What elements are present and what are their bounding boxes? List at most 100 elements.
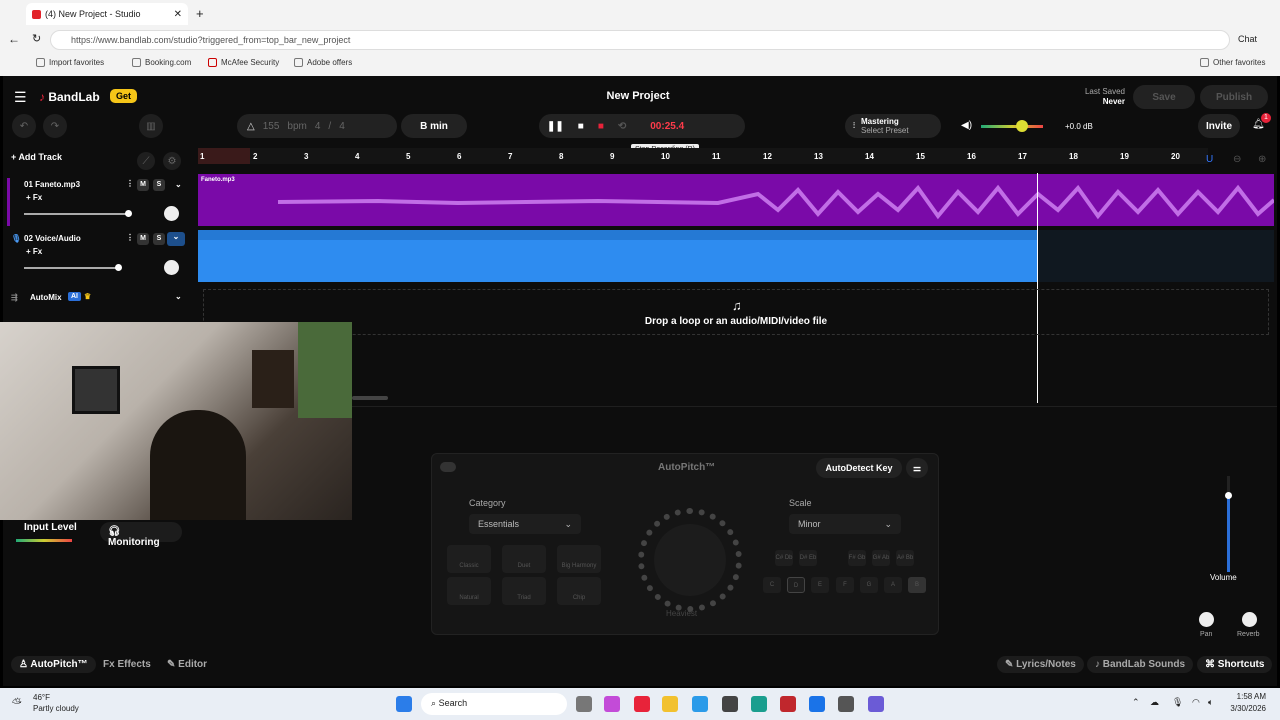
scale-select[interactable]: Minor ⌄ — [789, 514, 901, 534]
track-header-2[interactable]: 🎙︎ 02 Voice/Audio + Fx ⋮ M S ⌄ — [7, 232, 192, 284]
key-c[interactable]: C — [763, 577, 781, 593]
pause-icon[interactable]: ❚❚ — [547, 121, 564, 132]
store-icon[interactable] — [838, 696, 854, 712]
slider-thumb[interactable] — [115, 264, 122, 271]
autopitch-toggle[interactable] — [440, 462, 456, 472]
settings-app-icon[interactable] — [692, 696, 708, 712]
horizontal-scrollbar[interactable] — [352, 396, 388, 400]
chevron-down-icon[interactable]: ⌄ — [167, 232, 185, 246]
track-volume-slider[interactable] — [24, 213, 130, 215]
category-select[interactable]: Essentials ⌄ — [469, 514, 581, 534]
address-bar[interactable]: https://www.bandlab.com/studio?triggered… — [50, 30, 1230, 50]
track-name[interactable]: 01 Faneto.mp3 — [24, 180, 80, 189]
cloud-icon[interactable]: ☁︎ — [1150, 697, 1159, 708]
mic-icon[interactable]: 🎙︎ — [1172, 697, 1183, 708]
master-volume-slider[interactable] — [981, 125, 1043, 128]
key-e[interactable]: E — [811, 577, 829, 593]
intensity-dial[interactable] — [638, 508, 742, 612]
other-favorites[interactable]: Other favorites — [1200, 58, 1265, 67]
bandlab-sounds-button[interactable]: ♪ BandLab Sounds — [1087, 656, 1194, 673]
clock-date[interactable]: 3/30/2026 — [1226, 704, 1266, 713]
tool-icon[interactable]: ⟋ — [137, 152, 155, 170]
publish-button[interactable]: Publish — [1200, 85, 1268, 109]
clock-time[interactable]: 1:58 AM — [1226, 692, 1266, 701]
key-sharp[interactable]: A# Bb — [896, 550, 914, 566]
preset-natural[interactable]: Natural — [447, 577, 491, 605]
tab-autopitch[interactable]: ♙ AutoPitch™ — [11, 656, 96, 673]
edge-icon[interactable] — [751, 696, 767, 712]
pan-knob[interactable] — [1199, 612, 1214, 627]
zoom-out-icon[interactable]: ⊖ — [1233, 154, 1241, 165]
file-explorer-icon[interactable] — [662, 696, 678, 712]
preset-big-harmony[interactable]: Big Harmony — [557, 545, 601, 573]
loop-icon[interactable]: ⟲ — [618, 121, 626, 132]
automix-row[interactable]: ⇶ AutoMix AI ♛ ⌄ — [7, 292, 192, 308]
pan-knob[interactable] — [164, 206, 179, 221]
record-icon[interactable]: ■ — [598, 121, 604, 132]
track-header-1[interactable]: 01 Faneto.mp3 + Fx ⋮ M S ⌄ — [7, 178, 192, 230]
tempo-control[interactable]: △ 155 bpm 4/ 4 — [237, 114, 397, 138]
loop-region[interactable] — [198, 148, 250, 164]
close-tab-icon[interactable]: ✕ — [174, 9, 182, 20]
chevron-down-icon[interactable]: ⌄ — [175, 180, 182, 189]
bookmark-import[interactable]: Import favorites — [36, 58, 104, 67]
get-button[interactable]: Get — [110, 89, 138, 103]
task-view-icon[interactable] — [576, 696, 592, 712]
key-a[interactable]: A — [884, 577, 902, 593]
solo-button[interactable]: S — [153, 179, 165, 191]
audio-clip-voice[interactable] — [198, 230, 1038, 282]
key-b[interactable]: B — [908, 577, 926, 593]
preset-classic[interactable]: Classic — [447, 545, 491, 573]
add-fx-button[interactable]: + Fx — [26, 193, 42, 202]
mute-button[interactable]: M — [137, 179, 149, 191]
menu-icon[interactable]: ☰ — [14, 89, 27, 106]
settings-icon[interactable]: ⚙︎ — [163, 152, 181, 170]
drop-zone[interactable]: ♫ Drop a loop or an audio/MIDI/video fil… — [203, 289, 1269, 335]
brand-logo[interactable]: ♪ BandLab — [39, 90, 100, 104]
monitoring-button[interactable]: 🎧︎ Monitoring — [100, 522, 182, 548]
back-icon[interactable]: ← — [8, 32, 20, 46]
chrome-icon[interactable] — [722, 696, 738, 712]
key-sharp[interactable]: D# Eb — [799, 550, 817, 566]
redo-icon[interactable]: ↷ — [43, 114, 67, 138]
solo-button[interactable]: S — [153, 233, 165, 245]
track-name[interactable]: 02 Voice/Audio — [24, 234, 81, 243]
piano-icon[interactable]: ▥ — [139, 114, 163, 138]
reverb-knob[interactable] — [1242, 612, 1257, 627]
time-sig-den[interactable]: 4 — [339, 121, 345, 132]
metronome-icon[interactable]: △ — [247, 121, 255, 132]
sliders-icon[interactable]: ⚌ — [906, 458, 928, 478]
volume-fader-thumb[interactable] — [1225, 492, 1232, 499]
volume-icon[interactable]: 🔈︎ — [1208, 697, 1213, 708]
copilot-icon[interactable] — [604, 696, 620, 712]
bpm-value[interactable]: 155 — [263, 121, 280, 132]
save-button[interactable]: Save — [1133, 85, 1195, 109]
preset-duet[interactable]: Duet — [502, 545, 546, 573]
pan-knob[interactable] — [164, 260, 179, 275]
key-sharp[interactable]: F# Gb — [848, 550, 866, 566]
key-sharp[interactable]: G# Ab — [872, 550, 890, 566]
preset-chip[interactable]: Chip — [557, 577, 601, 605]
tab-effects[interactable]: Fx Effects — [103, 659, 151, 670]
taskbar-search[interactable]: ⌕ Search — [421, 693, 567, 715]
preset-triad[interactable]: Triad — [502, 577, 546, 605]
chat-button[interactable]: Chat — [1238, 34, 1257, 44]
bookmark-mcafee[interactable]: McAfee Security — [208, 58, 279, 67]
wifi-icon[interactable]: ◠ — [1192, 697, 1200, 708]
playhead[interactable] — [1037, 173, 1038, 403]
key-button[interactable]: B min — [401, 114, 467, 138]
chevron-down-icon[interactable]: ⌄ — [175, 292, 182, 301]
mastering-button[interactable]: ⫶ Mastering Select Preset — [845, 114, 941, 138]
track-empty-area[interactable] — [1038, 230, 1274, 282]
key-g[interactable]: G — [860, 577, 878, 593]
outlook-icon[interactable] — [809, 696, 825, 712]
track-menu-icon[interactable]: ⋮ — [126, 179, 134, 188]
autodetect-key-button[interactable]: AutoDetect Key — [816, 458, 902, 478]
track-menu-icon[interactable]: ⋮ — [126, 233, 134, 242]
undo-icon[interactable]: ↶ — [12, 114, 36, 138]
speaker-icon[interactable]: ◀) — [961, 120, 972, 131]
time-sig-num[interactable]: 4 — [315, 121, 321, 132]
tab-editor[interactable]: ✎ Editor — [167, 659, 207, 670]
dial-knob[interactable] — [654, 524, 726, 596]
audio-clip-faneto[interactable]: Faneto.mp3 — [198, 174, 1274, 226]
